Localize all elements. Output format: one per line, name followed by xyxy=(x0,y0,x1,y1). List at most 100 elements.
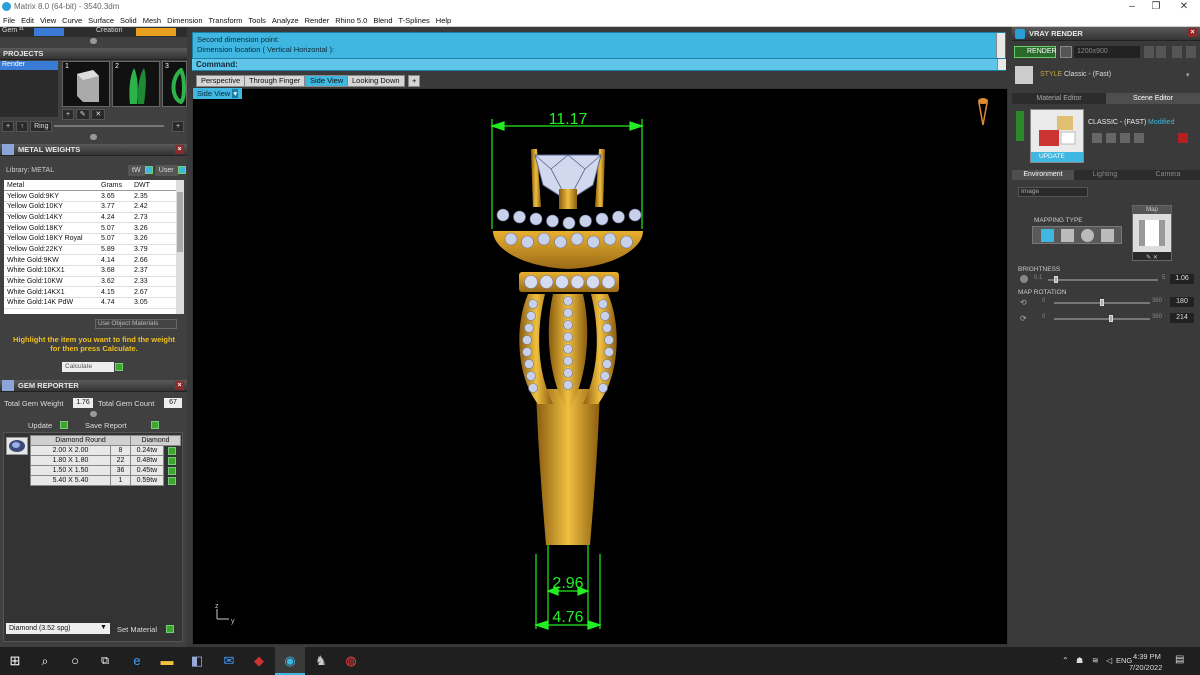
wifi-icon[interactable]: ≋ xyxy=(1092,656,1099,665)
minimize-button[interactable]: – xyxy=(1120,0,1144,14)
preset-update-button[interactable]: UPDATE xyxy=(1031,152,1083,162)
edge-icon[interactable]: e xyxy=(128,652,146,670)
collapse-handle-3[interactable] xyxy=(90,411,97,417)
material-select[interactable]: Diamond (3.52 spg) xyxy=(6,623,110,634)
menu-rhino[interactable]: Rhino 5.0 xyxy=(332,14,370,27)
brightness-knob[interactable] xyxy=(1053,276,1058,283)
viewport[interactable]: 11.17 2.96 4.76 z y xyxy=(192,88,1008,645)
metal-col-header[interactable]: Metal xyxy=(4,180,98,192)
tab-through-finger[interactable]: Through Finger xyxy=(244,75,306,87)
gem-tab[interactable]: Gem ²¹ xyxy=(2,27,24,34)
thumbnail-1[interactable]: 1 xyxy=(62,61,110,107)
gem-row[interactable]: 1.80 X 1.80 22 0.48tw xyxy=(30,455,181,466)
gem-close-icon[interactable]: × xyxy=(175,381,184,390)
gem-row[interactable]: 5.40 X 5.40 1 0.59tw xyxy=(30,475,181,486)
rotation-slider-2[interactable] xyxy=(1054,318,1150,320)
menu-blend[interactable]: Blend xyxy=(370,14,395,27)
set-material-button[interactable] xyxy=(166,625,174,633)
thumbnail-2[interactable]: 2 xyxy=(112,61,160,107)
rotation-value-1[interactable]: 180 xyxy=(1170,297,1194,307)
unit-tw-button[interactable]: tW xyxy=(128,165,145,176)
metal-row[interactable]: Yellow Gold:10KY 3.77 2.42 xyxy=(4,201,176,213)
notifications-icon[interactable]: ▤ xyxy=(1175,654,1184,665)
gem-row-select-button[interactable] xyxy=(168,476,177,485)
gem-material-header[interactable]: Diamond xyxy=(130,435,181,446)
brightness-value[interactable]: 1.06 xyxy=(1170,274,1194,284)
menu-tsplines[interactable]: T-Splines xyxy=(396,14,433,27)
gem-round-thumb[interactable] xyxy=(6,437,28,455)
collapse-handle-2[interactable] xyxy=(90,134,97,140)
mapping-sphere-icon[interactable] xyxy=(1081,229,1094,242)
style-dropdown-icon[interactable]: ▾ xyxy=(1186,71,1190,79)
thumbnail-3[interactable]: 3 xyxy=(162,61,187,107)
environment-select[interactable]: Image xyxy=(1018,187,1088,197)
metal-row[interactable]: White Gold:9KW 4.14 2.66 xyxy=(4,254,176,266)
style-value[interactable]: Classic - (Fast) xyxy=(1064,71,1111,78)
command-line[interactable]: Command: xyxy=(192,58,1006,70)
metal-row[interactable]: White Gold:10KW 3.62 2.33 xyxy=(4,276,176,288)
close-button[interactable]: ✕ xyxy=(1172,0,1196,14)
search-icon[interactable]: ⌕ xyxy=(36,652,54,670)
tab-lighting[interactable]: Lighting xyxy=(1074,170,1136,180)
ring-button[interactable]: Ring xyxy=(30,121,53,132)
gem-row[interactable]: 2.00 X 2.00 8 0.24tw xyxy=(30,445,181,456)
map-remove-icon[interactable]: ✕ xyxy=(1153,255,1158,261)
use-object-materials-button[interactable]: Use Object Materials xyxy=(95,319,177,329)
metal-row[interactable]: Yellow Gold:22KY 5.89 3.79 xyxy=(4,244,176,256)
dim-shank-inner[interactable]: 2.96 xyxy=(552,575,583,592)
gem-row[interactable]: 1.50 X 1.50 36 0.45tw xyxy=(30,465,181,476)
gem-row-select-button[interactable] xyxy=(168,456,177,465)
metal-row[interactable]: Yellow Gold:14KY 4.24 2.73 xyxy=(4,212,176,224)
view-cube-icon[interactable] xyxy=(978,98,988,126)
preset-paste-icon[interactable] xyxy=(1120,133,1130,143)
matrix-icon[interactable]: ◉ xyxy=(281,652,299,670)
start-icon[interactable]: ⊞ xyxy=(6,652,24,670)
dim-shank-outer[interactable]: 4.76 xyxy=(552,609,583,626)
menu-file[interactable]: File xyxy=(0,14,18,27)
grams-col-header[interactable]: Grams xyxy=(98,180,131,192)
mapping-plane-icon[interactable] xyxy=(1041,229,1054,242)
menu-view[interactable]: View xyxy=(37,14,59,27)
metal-row[interactable]: White Gold:10KX1 3.68 2.37 xyxy=(4,265,176,277)
menu-dimension[interactable]: Dimension xyxy=(164,14,205,27)
tab-camera[interactable]: Camera xyxy=(1136,170,1200,180)
clock-date[interactable]: 7/20/2022 xyxy=(1129,663,1162,672)
menu-render[interactable]: Render xyxy=(302,14,333,27)
preset-arrow-icon[interactable] xyxy=(1016,111,1024,141)
thumb-size-slider[interactable] xyxy=(54,125,164,127)
maximize-button[interactable]: ❐ xyxy=(1144,0,1168,14)
network-icon[interactable]: ☗ xyxy=(1076,656,1083,665)
menu-curve[interactable]: Curve xyxy=(59,14,85,27)
menu-help[interactable]: Help xyxy=(433,14,454,27)
viewport-label[interactable]: Side View ▾ xyxy=(193,88,243,99)
tab-environment[interactable]: Environment xyxy=(1012,170,1074,180)
metal-close-icon[interactable]: × xyxy=(175,145,184,154)
menu-tools[interactable]: Tools xyxy=(245,14,269,27)
up-project-button[interactable]: ↑ xyxy=(16,121,28,132)
project-item[interactable]: Render xyxy=(0,61,58,70)
metal-row[interactable]: White Gold:14K PdW 4.74 3.05 xyxy=(4,297,176,309)
mapping-box-icon[interactable] xyxy=(1061,229,1074,242)
gem-tools-icon[interactable] xyxy=(34,28,64,36)
save-report-label[interactable]: Save Report xyxy=(85,421,127,430)
next-icon[interactable] xyxy=(1156,46,1166,58)
chrome-icon[interactable]: ◍ xyxy=(342,652,360,670)
render-button[interactable]: RENDER xyxy=(1014,46,1057,58)
preset-reset-icon[interactable] xyxy=(1134,133,1144,143)
thumb-add-button[interactable]: + xyxy=(62,109,75,120)
tray-chevron-icon[interactable]: ⌃ xyxy=(1062,656,1069,665)
zoom-plus-button[interactable]: + xyxy=(172,121,185,132)
rotation-knob-1[interactable] xyxy=(1100,299,1104,306)
gem-shape-header[interactable]: Diamond Round xyxy=(30,435,131,446)
prev-icon[interactable] xyxy=(1144,46,1154,58)
rhino-icon[interactable]: ♞ xyxy=(312,652,330,670)
volume-icon[interactable]: ◁ xyxy=(1106,656,1112,665)
metal-row[interactable]: Yellow Gold:9KY 3.65 2.35 xyxy=(4,190,176,202)
task-view-icon[interactable]: ⧉ xyxy=(96,652,114,670)
unit-user-check[interactable] xyxy=(177,165,186,174)
calculate-field[interactable]: Calculate xyxy=(62,362,114,372)
preset-delete-icon[interactable] xyxy=(1178,133,1188,143)
file-explorer-icon[interactable]: ▬ xyxy=(158,652,176,670)
collapse-handle[interactable] xyxy=(90,38,97,44)
menu-mesh[interactable]: Mesh xyxy=(140,14,164,27)
